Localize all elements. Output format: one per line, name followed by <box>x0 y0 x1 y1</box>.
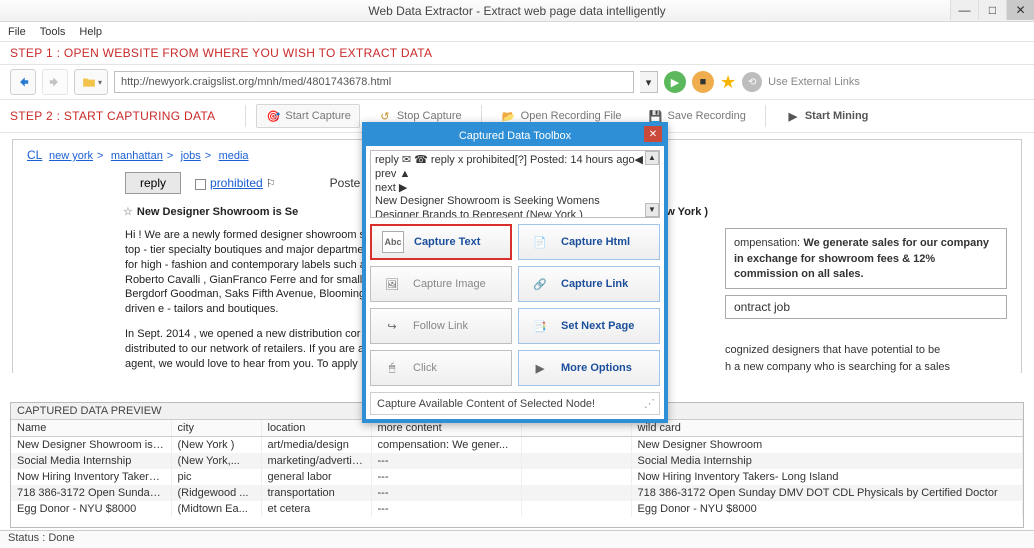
table-row[interactable]: Now Hiring Inventory Takers- ...picgener… <box>11 469 1023 485</box>
minimize-button[interactable]: — <box>950 0 978 20</box>
capture-text-button[interactable]: AbcCapture Text <box>370 224 512 260</box>
image-icon: 🖼 <box>381 273 403 295</box>
menu-tools[interactable]: Tools <box>40 26 66 38</box>
step-1-row: STEP 1 : OPEN WEBSITE FROM WHERE YOU WIS… <box>0 42 1034 65</box>
maximize-button[interactable]: □ <box>978 0 1006 20</box>
forward-button[interactable] <box>42 69 68 95</box>
mining-icon: ▶ <box>785 108 801 124</box>
dialog-close-button[interactable]: ✕ <box>644 126 662 142</box>
record-icon: 🎯 <box>265 108 281 124</box>
reply-button[interactable]: reply <box>125 172 181 194</box>
captured-data-toolbox[interactable]: Captured Data Toolbox ✕ reply ✉ ☎ reply … <box>362 122 668 423</box>
dialog-title: Captured Data Toolbox <box>459 130 571 142</box>
next-page-icon: 📑 <box>529 315 551 337</box>
favorite-icon[interactable]: ★ <box>720 72 736 93</box>
col-location[interactable]: location <box>261 420 371 437</box>
text-icon: Abc <box>382 231 404 253</box>
scroll-up-icon[interactable]: ▲ <box>645 151 659 165</box>
resize-grip-icon[interactable]: ⋰ <box>644 397 653 410</box>
table-row[interactable]: 718 386-3172 Open Sunday ...(Ridgewood .… <box>11 485 1023 501</box>
post-body-right: cognized designers that have potential t… <box>725 341 1007 373</box>
capture-html-button[interactable]: 📄Capture Html <box>518 224 660 260</box>
follow-icon: ↪ <box>381 315 403 337</box>
dialog-footer-text: Capture Available Content of Selected No… <box>377 398 595 410</box>
set-next-page-button[interactable]: 📑Set Next Page <box>518 308 660 344</box>
step-1-label: STEP 1 : OPEN WEBSITE FROM WHERE YOU WIS… <box>10 46 432 60</box>
crumb-category[interactable]: jobs <box>181 150 201 162</box>
url-input[interactable]: http://newyork.craigslist.org/mnh/med/48… <box>114 71 634 93</box>
prohibited-flag[interactable]: prohibited ⚐ <box>195 176 276 190</box>
cl-home-link[interactable]: CL <box>27 148 42 162</box>
open-folder-button[interactable]: ▾ <box>74 69 108 95</box>
crumb-area[interactable]: manhattan <box>111 150 163 162</box>
capture-image-button[interactable]: 🖼Capture Image <box>370 266 512 302</box>
window-title: Web Data Extractor - Extract web page da… <box>368 4 665 18</box>
url-text: http://newyork.craigslist.org/mnh/med/48… <box>121 76 391 88</box>
crumb-region[interactable]: new york <box>49 150 93 162</box>
more-options-button[interactable]: ▶More Options <box>518 350 660 386</box>
dialog-title-bar[interactable]: Captured Data Toolbox ✕ <box>366 126 664 146</box>
nav-bar: ▾ http://newyork.craigslist.org/mnh/med/… <box>0 65 1034 100</box>
click-icon: 🖱 <box>381 357 403 379</box>
start-mining-button[interactable]: ▶Start Mining <box>776 104 878 128</box>
follow-link-button[interactable]: ↪Follow Link <box>370 308 512 344</box>
table-row[interactable]: New Designer Showroom is S...(New York )… <box>11 437 1023 454</box>
link-icon: ⟲ <box>742 72 762 92</box>
click-button[interactable]: 🖱Click <box>370 350 512 386</box>
post-body: Hi ! We are a newly formed designer show… <box>125 228 375 373</box>
col-name[interactable]: Name <box>11 420 171 437</box>
col-wildcard[interactable]: wild card <box>631 420 1023 437</box>
close-button[interactable]: ✕ <box>1006 0 1034 20</box>
table-row[interactable]: Social Media Internship(New York,...mark… <box>11 453 1023 469</box>
menu-file[interactable]: File <box>8 26 26 38</box>
dialog-content-preview[interactable]: reply ✉ ☎ reply x prohibited[?] Posted: … <box>370 150 660 218</box>
table-row[interactable]: Egg Donor - NYU $8000(Midtown Ea...et ce… <box>11 501 1023 517</box>
external-links-label: Use External Links <box>768 76 860 88</box>
col-city[interactable]: city <box>171 420 261 437</box>
dialog-footer: Capture Available Content of Selected No… <box>370 392 660 415</box>
html-icon: 📄 <box>529 231 551 253</box>
status-bar: Status : Done <box>0 530 1034 548</box>
back-button[interactable] <box>10 69 36 95</box>
scroll-down-icon[interactable]: ▼ <box>645 203 659 217</box>
crumb-subcategory[interactable]: media <box>219 150 249 162</box>
url-dropdown[interactable]: ▾ <box>640 71 658 93</box>
menu-bar: File Tools Help <box>0 22 1034 42</box>
link-icon: 🔗 <box>529 273 551 295</box>
star-outline-icon[interactable]: ☆ <box>123 206 133 218</box>
contract-box: ontract job <box>725 295 1007 319</box>
capture-link-button[interactable]: 🔗Capture Link <box>518 266 660 302</box>
step-2-label: STEP 2 : START CAPTURING DATA <box>10 109 215 123</box>
compensation-box: ompensation: We generate sales for our c… <box>725 228 1007 289</box>
posted-label: Poste <box>330 176 361 190</box>
menu-help[interactable]: Help <box>79 26 102 38</box>
start-capture-button[interactable]: 🎯Start Capture <box>256 104 359 128</box>
more-icon: ▶ <box>529 357 551 379</box>
stop-button[interactable]: ■ <box>692 71 714 93</box>
title-bar: Web Data Extractor - Extract web page da… <box>0 0 1034 22</box>
go-button[interactable]: ▶ <box>664 71 686 93</box>
window-buttons: — □ ✕ <box>950 0 1034 20</box>
preview-table[interactable]: Name city location more content wild car… <box>11 420 1023 517</box>
external-links-toggle[interactable]: ⟲ Use External Links <box>742 72 860 92</box>
